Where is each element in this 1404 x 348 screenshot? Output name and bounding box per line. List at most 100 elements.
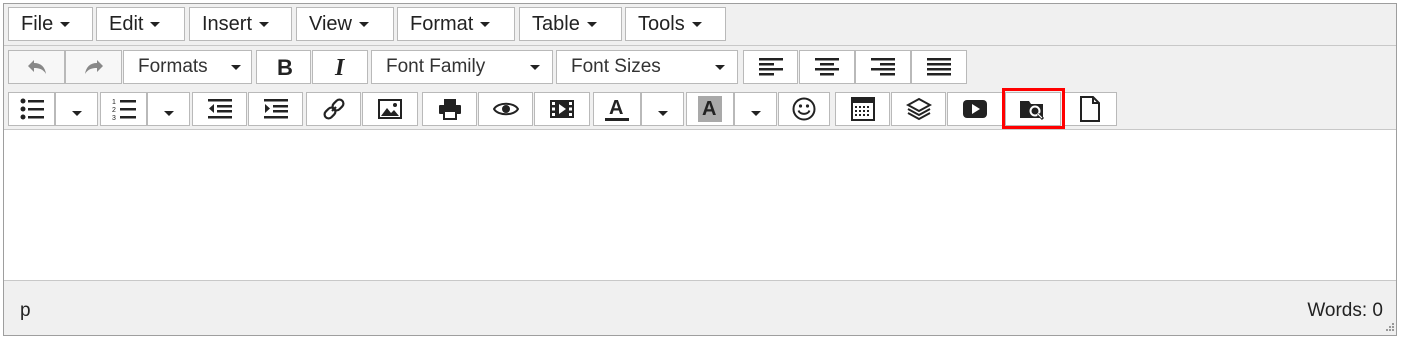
- menu-table[interactable]: Table: [519, 7, 622, 41]
- menu-table-label: Table: [532, 12, 580, 35]
- undo-button[interactable]: [8, 50, 65, 84]
- text-color-icon: A: [605, 97, 629, 121]
- youtube-button[interactable]: [947, 92, 1003, 126]
- menu-insert-label: Insert: [202, 12, 253, 35]
- menu-format[interactable]: Format: [397, 7, 515, 41]
- print-icon: [438, 99, 461, 120]
- svg-text:2: 2: [112, 107, 116, 114]
- chevron-down-icon: [715, 65, 725, 70]
- chevron-down-icon: [259, 21, 270, 27]
- table-button[interactable]: [835, 92, 890, 126]
- youtube-icon: [963, 100, 987, 118]
- menu-view[interactable]: View: [296, 7, 394, 41]
- bullet-list-dropdown[interactable]: [55, 92, 98, 126]
- preview-icon: [492, 102, 519, 116]
- layers-button[interactable]: [891, 92, 946, 126]
- resize-handle-icon[interactable]: [1384, 323, 1394, 333]
- background-color-icon: A: [698, 96, 722, 122]
- rich-text-editor: File Edit Insert View Format Table Tools…: [3, 3, 1397, 336]
- formats-dropdown[interactable]: Formats: [123, 50, 252, 84]
- chevron-down-icon: [750, 110, 761, 116]
- bold-button[interactable]: B: [256, 50, 311, 84]
- menu-format-label: Format: [410, 12, 474, 35]
- svg-text:B: B: [277, 56, 293, 78]
- redo-button[interactable]: [65, 50, 122, 84]
- chevron-down-icon: [359, 21, 369, 27]
- align-center-button[interactable]: [799, 50, 855, 84]
- align-right-icon: [871, 58, 895, 76]
- numbered-list-dropdown[interactable]: [147, 92, 190, 126]
- italic-button[interactable]: I: [312, 50, 368, 84]
- emoticons-icon: [792, 97, 816, 121]
- outdent-icon: [207, 99, 232, 119]
- chevron-down-icon: [480, 21, 491, 27]
- undo-icon: [27, 60, 46, 74]
- bullet-list-button[interactable]: [8, 92, 55, 126]
- emoticons-button[interactable]: [778, 92, 830, 126]
- menu-edit[interactable]: Edit: [96, 7, 185, 41]
- menu-tools-label: Tools: [638, 12, 685, 35]
- image-icon: [378, 99, 402, 119]
- chevron-down-icon: [657, 110, 668, 116]
- menu-view-label: View: [309, 12, 352, 35]
- preview-button[interactable]: [478, 92, 533, 126]
- font-sizes-dropdown[interactable]: Font Sizes: [556, 50, 738, 84]
- italic-icon: I: [334, 56, 346, 78]
- highlight-box: [1002, 88, 1065, 129]
- font-family-label: Font Family: [386, 56, 486, 77]
- toolbar-row-1: Formats B I Font Family Font Sizes: [4, 46, 1396, 88]
- text-color-dropdown[interactable]: [641, 92, 684, 126]
- menu-tools[interactable]: Tools: [625, 7, 726, 41]
- link-button[interactable]: [306, 92, 361, 126]
- editor-content-area[interactable]: [4, 129, 1396, 281]
- svg-text:A: A: [702, 98, 716, 120]
- element-path[interactable]: p: [20, 300, 31, 322]
- redo-icon: [84, 60, 103, 74]
- chevron-down-icon: [150, 21, 161, 27]
- bullet-list-icon: [20, 98, 44, 120]
- media-button[interactable]: [534, 92, 590, 126]
- toolbar-row-2: 123 A A: [4, 88, 1396, 129]
- align-left-button[interactable]: [743, 50, 798, 84]
- chevron-down-icon: [586, 21, 597, 27]
- numbered-list-icon: 123: [112, 99, 136, 121]
- outdent-button[interactable]: [192, 92, 247, 126]
- font-sizes-label: Font Sizes: [571, 56, 661, 77]
- layers-icon: [905, 97, 932, 121]
- font-family-dropdown[interactable]: Font Family: [371, 50, 553, 84]
- align-left-icon: [758, 58, 783, 76]
- menu-insert[interactable]: Insert: [189, 7, 292, 41]
- align-justify-button[interactable]: [911, 50, 967, 84]
- svg-text:I: I: [334, 56, 346, 78]
- svg-text:1: 1: [112, 99, 116, 106]
- menu-edit-label: Edit: [109, 12, 144, 35]
- indent-button[interactable]: [248, 92, 303, 126]
- bold-icon: B: [277, 56, 293, 78]
- text-color-button[interactable]: A: [593, 92, 641, 126]
- numbered-list-button[interactable]: 123: [100, 92, 147, 126]
- new-document-icon: [1079, 96, 1100, 122]
- print-button[interactable]: [422, 92, 477, 126]
- chevron-down-icon: [71, 110, 82, 116]
- align-right-button[interactable]: [855, 50, 911, 84]
- chevron-down-icon: [60, 21, 71, 27]
- align-justify-icon: [927, 58, 951, 76]
- svg-text:3: 3: [112, 115, 116, 121]
- chevron-down-icon: [163, 110, 174, 116]
- chevron-down-icon: [691, 21, 702, 27]
- media-icon: [550, 100, 574, 118]
- image-button[interactable]: [362, 92, 418, 126]
- word-count: Words: 0: [1307, 300, 1383, 321]
- chevron-down-icon: [530, 65, 540, 70]
- background-color-dropdown[interactable]: [734, 92, 777, 126]
- indent-icon: [263, 99, 288, 119]
- statusbar: p Words: 0: [4, 282, 1396, 335]
- menubar: File Edit Insert View Format Table Tools: [4, 4, 1396, 46]
- new-document-button[interactable]: [1062, 92, 1117, 126]
- chevron-down-icon: [231, 65, 241, 70]
- background-color-button[interactable]: A: [686, 92, 734, 126]
- menu-file[interactable]: File: [8, 7, 93, 41]
- link-icon: [322, 98, 345, 120]
- table-icon: [850, 97, 875, 121]
- align-center-icon: [815, 58, 839, 76]
